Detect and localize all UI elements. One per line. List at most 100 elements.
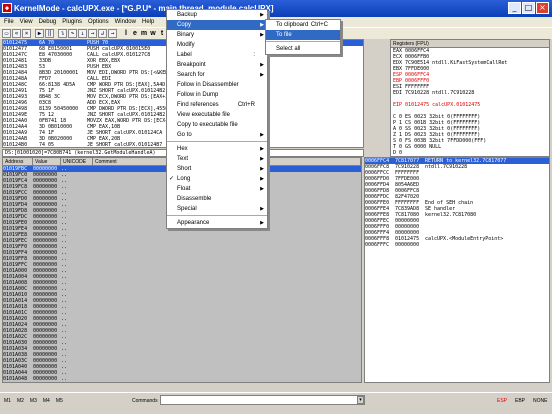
stack-rows: 0006FFC4 7C817077 RETURN to kernel32.7C817… <box>365 158 549 248</box>
context-menu-item-special[interactable]: Special ▶ <box>167 204 267 214</box>
dump-col-unicode[interactable]: UNICODE <box>61 158 93 166</box>
stack-row[interactable]: 0006FFFC 00000000 <box>365 242 549 248</box>
context-menu-item-follow-in-disassembler[interactable]: Follow in Disassembler <box>167 80 267 90</box>
goto-icon[interactable]: → <box>108 29 117 38</box>
context-menu-item-appearance[interactable]: Appearance ▶ <box>167 218 267 228</box>
minimize-button[interactable]: _ <box>508 2 521 14</box>
context-menu-item-copy-to-executable-file[interactable]: Copy to executable file <box>167 120 267 130</box>
dump-col-value[interactable]: Value <box>33 158 61 166</box>
registers-title: Registers (FPU) <box>391 40 549 48</box>
toolbar-executables-button[interactable]: e <box>131 29 139 38</box>
context-menu-item-label: Text <box>177 156 189 162</box>
context-menu-item-label: Breakpoint <box>177 62 206 68</box>
menu-help[interactable]: Help <box>142 19 154 25</box>
dump-col-address[interactable]: Address <box>3 158 33 166</box>
copy-submenu-item-to-file[interactable]: To file <box>266 30 340 40</box>
open-icon[interactable]: ▭ <box>2 29 11 38</box>
tab-m4[interactable]: M4 <box>43 398 50 404</box>
stack-value: 00000000 <box>395 242 420 248</box>
menu-plugins[interactable]: Plugins <box>62 19 82 25</box>
window-titlebar: KernelMode - calcUPX.exe - [*G.P.U* - ma… <box>0 0 552 17</box>
toolbar-memory-button[interactable]: m <box>140 29 148 38</box>
toolbar-threads-button[interactable]: t <box>158 29 166 38</box>
command-dropdown-icon[interactable]: ▾ <box>357 396 364 404</box>
context-menu-item-label: Float <box>177 186 191 192</box>
none-label[interactable]: NONE <box>533 398 547 404</box>
debugger-app-icon[interactable]: ◆ <box>2 3 12 13</box>
context-menu-item-label: Follow in Disassembler <box>177 82 239 88</box>
context-menu-item-search-for[interactable]: Search for ▶ <box>167 70 267 80</box>
close-icon[interactable]: × <box>22 29 31 38</box>
esp-label[interactable]: ESP <box>497 398 507 404</box>
pause-icon[interactable]: ‖ <box>45 29 54 38</box>
context-menu-item-label: View executable file <box>177 112 230 118</box>
context-menu-item-text[interactable]: Text ▶ <box>167 154 267 164</box>
submenu-arrow-icon: ▶ <box>260 166 264 172</box>
tab-m2[interactable]: M2 <box>17 398 24 404</box>
context-menu-item-hex[interactable]: Hex ▶ <box>167 144 267 154</box>
trace-into-icon[interactable]: ↓ <box>78 29 87 38</box>
step-over-icon[interactable]: ↷ <box>68 29 77 38</box>
toolbar-windows-button[interactable]: w <box>149 29 157 38</box>
dump-row[interactable]: 0101A04C00000000.. <box>3 382 361 383</box>
command-input[interactable] <box>160 395 365 405</box>
context-menu-item-short[interactable]: Short ▶ <box>167 164 267 174</box>
context-menu-item-modify[interactable]: Modify <box>167 40 267 50</box>
context-menu-item-go-to[interactable]: Go to ▶ <box>167 130 267 140</box>
context-menu-item-label: Label <box>177 52 192 58</box>
context-menu-item-label: Copy to executable file <box>177 122 238 128</box>
context-menu-item-find-references[interactable]: Find references Ctrl+R <box>167 100 267 110</box>
copy-submenu-item-select-all[interactable]: Select all <box>266 44 340 54</box>
copy-submenu-item-to-clipboard[interactable]: To clipboard Ctrl+C <box>266 20 340 30</box>
context-menu-item-label: Long <box>177 176 191 182</box>
execute-till-return-icon[interactable]: ↲ <box>98 29 107 38</box>
context-menu-item-label: Short <box>177 166 192 172</box>
register-rows: EAX 0006FFC4 ECX 0006FFB0 EDX 7C90E514 ntd… <box>391 48 549 156</box>
menu-debug[interactable]: Debug <box>39 19 57 25</box>
menu-file[interactable]: File <box>4 19 14 25</box>
context-menu-item-follow-in-dump[interactable]: Follow in Dump <box>167 90 267 100</box>
context-menu-item-float[interactable]: Float ▶ <box>167 184 267 194</box>
submenu-arrow-icon: ▶ <box>260 186 264 192</box>
submenu-arrow-icon: ▶ <box>260 132 264 138</box>
context-menu-item-label[interactable]: Label: <box>167 50 267 60</box>
submenu-arrow-icon: ▶ <box>260 72 264 78</box>
run-icon[interactable]: ▶ <box>35 29 44 38</box>
step-into-icon[interactable]: ↴ <box>58 29 67 38</box>
context-menu-item-long[interactable]: Long ✓ ▶ <box>167 174 267 184</box>
menu-view[interactable]: View <box>20 19 33 25</box>
menu-window[interactable]: Window <box>115 19 136 25</box>
context-menu-item-copy[interactable]: Copy ▶ <box>167 20 267 30</box>
close-window-button[interactable]: × <box>536 2 549 14</box>
submenu-arrow-icon: ▶ <box>260 220 264 226</box>
submenu-arrow-icon: ▶ <box>260 156 264 162</box>
dump-unicode: .. <box>61 382 93 383</box>
maximize-button[interactable]: □ <box>522 2 535 14</box>
stack-pane[interactable]: 0006FFC4 7C817077 RETURN to kernel32.7C817… <box>364 157 550 383</box>
stack-comment: kernel32.7C817080 <box>425 212 477 218</box>
tab-m5[interactable]: M5 <box>56 398 63 404</box>
stack-comment: calcUPX.<ModuleEntryPoint> <box>425 236 504 242</box>
context-menu-item-view-executable-file[interactable]: View executable file <box>167 110 267 120</box>
context-menu-item-breakpoint[interactable]: Breakpoint ▶ <box>167 60 267 70</box>
submenu-arrow-icon: ▶ <box>260 32 264 38</box>
memory-tabs: M1 M2 M3 M4 M5 <box>4 398 63 404</box>
context-menu-item-label: Search for <box>177 72 205 78</box>
tab-m1[interactable]: M1 <box>4 398 11 404</box>
copy-submenu-item-label: To clipboard <box>276 22 309 28</box>
context-menu-item-label: Follow in Dump <box>177 92 219 98</box>
context-menu-item-backup[interactable]: Backup ▶ <box>167 10 267 20</box>
submenu-arrow-icon: ▶ <box>260 22 264 28</box>
context-menu-item-binary[interactable]: Binary ▶ <box>167 30 267 40</box>
restart-icon[interactable]: « <box>12 29 21 38</box>
context-menu-item-label: Special <box>177 206 197 212</box>
ebp-label[interactable]: EBP <box>515 398 525 404</box>
context-menu-item-disassemble[interactable]: Disassemble <box>167 194 267 204</box>
menu-options[interactable]: Options <box>88 19 109 25</box>
registers-pane[interactable]: Registers (FPU) EAX 0006FFC4 ECX 0006FFB0… <box>390 39 550 157</box>
toolbar-log-button[interactable]: l <box>122 29 130 38</box>
statusbar: M1 M2 M3 M4 M5 Commands ▾ ESP EBP NONE <box>0 392 552 414</box>
trace-over-icon[interactable]: → <box>88 29 97 38</box>
tab-m3[interactable]: M3 <box>30 398 37 404</box>
context-menu-item-label: Backup <box>177 12 198 18</box>
